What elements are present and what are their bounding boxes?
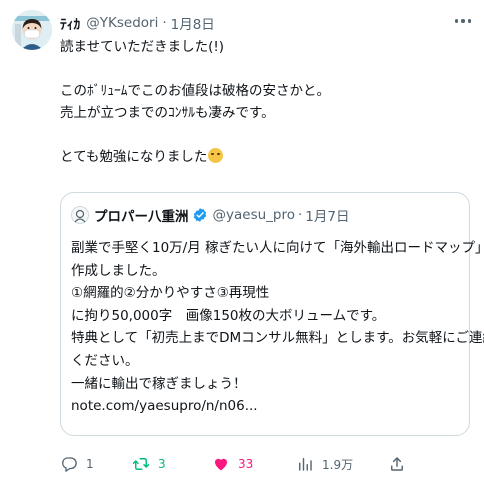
- view-count: 1.9万: [322, 457, 354, 472]
- quote-line: 作成しました。: [71, 262, 166, 279]
- tweet-line: 読ませていただきました(!): [60, 39, 225, 55]
- quote-line: 特典として「初売上までDMコンサル無料」とします。お気軽にご連絡: [71, 330, 484, 347]
- kissing-face-emoji-icon: [208, 148, 224, 163]
- like-count: 33: [238, 457, 254, 471]
- quote-author-name: プロパー八重洲: [94, 209, 189, 225]
- quote-header: プロパー八重洲 @yaesu_pro · 1月7日: [71, 205, 349, 225]
- tweet-line: とても勉強になりました: [60, 149, 208, 165]
- tweet-header: ﾃｨｶ @YKsedori · 1月8日: [60, 12, 472, 34]
- share-icon: [391, 457, 403, 471]
- reply-count: 1: [86, 457, 94, 471]
- quote-link: note.com/yaesupro/n/n06...: [71, 398, 258, 415]
- quote-line: 一緒に輸出で稼ぎましょう！: [71, 375, 247, 392]
- analytics-icon: [299, 458, 312, 471]
- retweet-icon: [132, 458, 150, 470]
- quote-line: に拘り50,000字 画像150枚の大ボリュームです。: [71, 307, 386, 324]
- quote-header-separator: ·: [298, 207, 303, 223]
- tweet-date[interactable]: 1月8日: [171, 13, 215, 33]
- verified-badge-icon: [193, 208, 206, 222]
- quote-avatar: [71, 206, 89, 224]
- tweet-line-last: とても勉強になりました: [60, 146, 470, 168]
- reply-button[interactable]: 1: [60, 452, 94, 476]
- more-options-icon[interactable]: [450, 12, 476, 30]
- author-handle[interactable]: @YKsedori: [86, 15, 158, 31]
- quote-line: 副業で手堅く10万/月 稼ぎたい人に向けて「海外輸出ロードマップ」を: [71, 240, 484, 256]
- retweet-count: 3: [158, 457, 166, 471]
- tweet-line: 売上が立つまでのｺﾝｻﾙも凄みです。: [60, 105, 275, 121]
- quote-text: 副業で手堅く10万/月 稼ぎたい人に向けて「海外輸出ロードマップ」を 作成しまし…: [71, 237, 484, 418]
- action-bar: 1 3 33 1.9万: [60, 452, 470, 476]
- views-button[interactable]: 1.9万: [296, 452, 353, 476]
- share-button[interactable]: [388, 452, 406, 476]
- quote-author-handle: @yaesu_pro: [212, 207, 296, 223]
- header-separator: ·: [162, 15, 167, 31]
- like-button[interactable]: 33: [212, 452, 253, 476]
- quote-date: 1月7日: [305, 209, 350, 225]
- quote-line: ①網羅的②分かりやすさ③再現性: [71, 285, 270, 302]
- tweet-text: 読ませていただきました(!) このﾎﾞﾘｭｰﾑでこのお値段は破格の安さかと。 売…: [60, 36, 470, 168]
- tweet-line: このﾎﾞﾘｭｰﾑでこのお値段は破格の安さかと。: [60, 83, 330, 99]
- heart-icon: [215, 458, 227, 471]
- retweet-button[interactable]: 3: [132, 452, 166, 476]
- author-name[interactable]: ﾃｨｶ: [60, 13, 80, 33]
- quote-line: ください。: [71, 352, 139, 369]
- reply-icon: [62, 457, 77, 472]
- quoted-tweet[interactable]: プロパー八重洲 @yaesu_pro · 1月7日 副業で手堅く10万/月 稼ぎ…: [60, 192, 484, 436]
- avatar[interactable]: [12, 10, 52, 50]
